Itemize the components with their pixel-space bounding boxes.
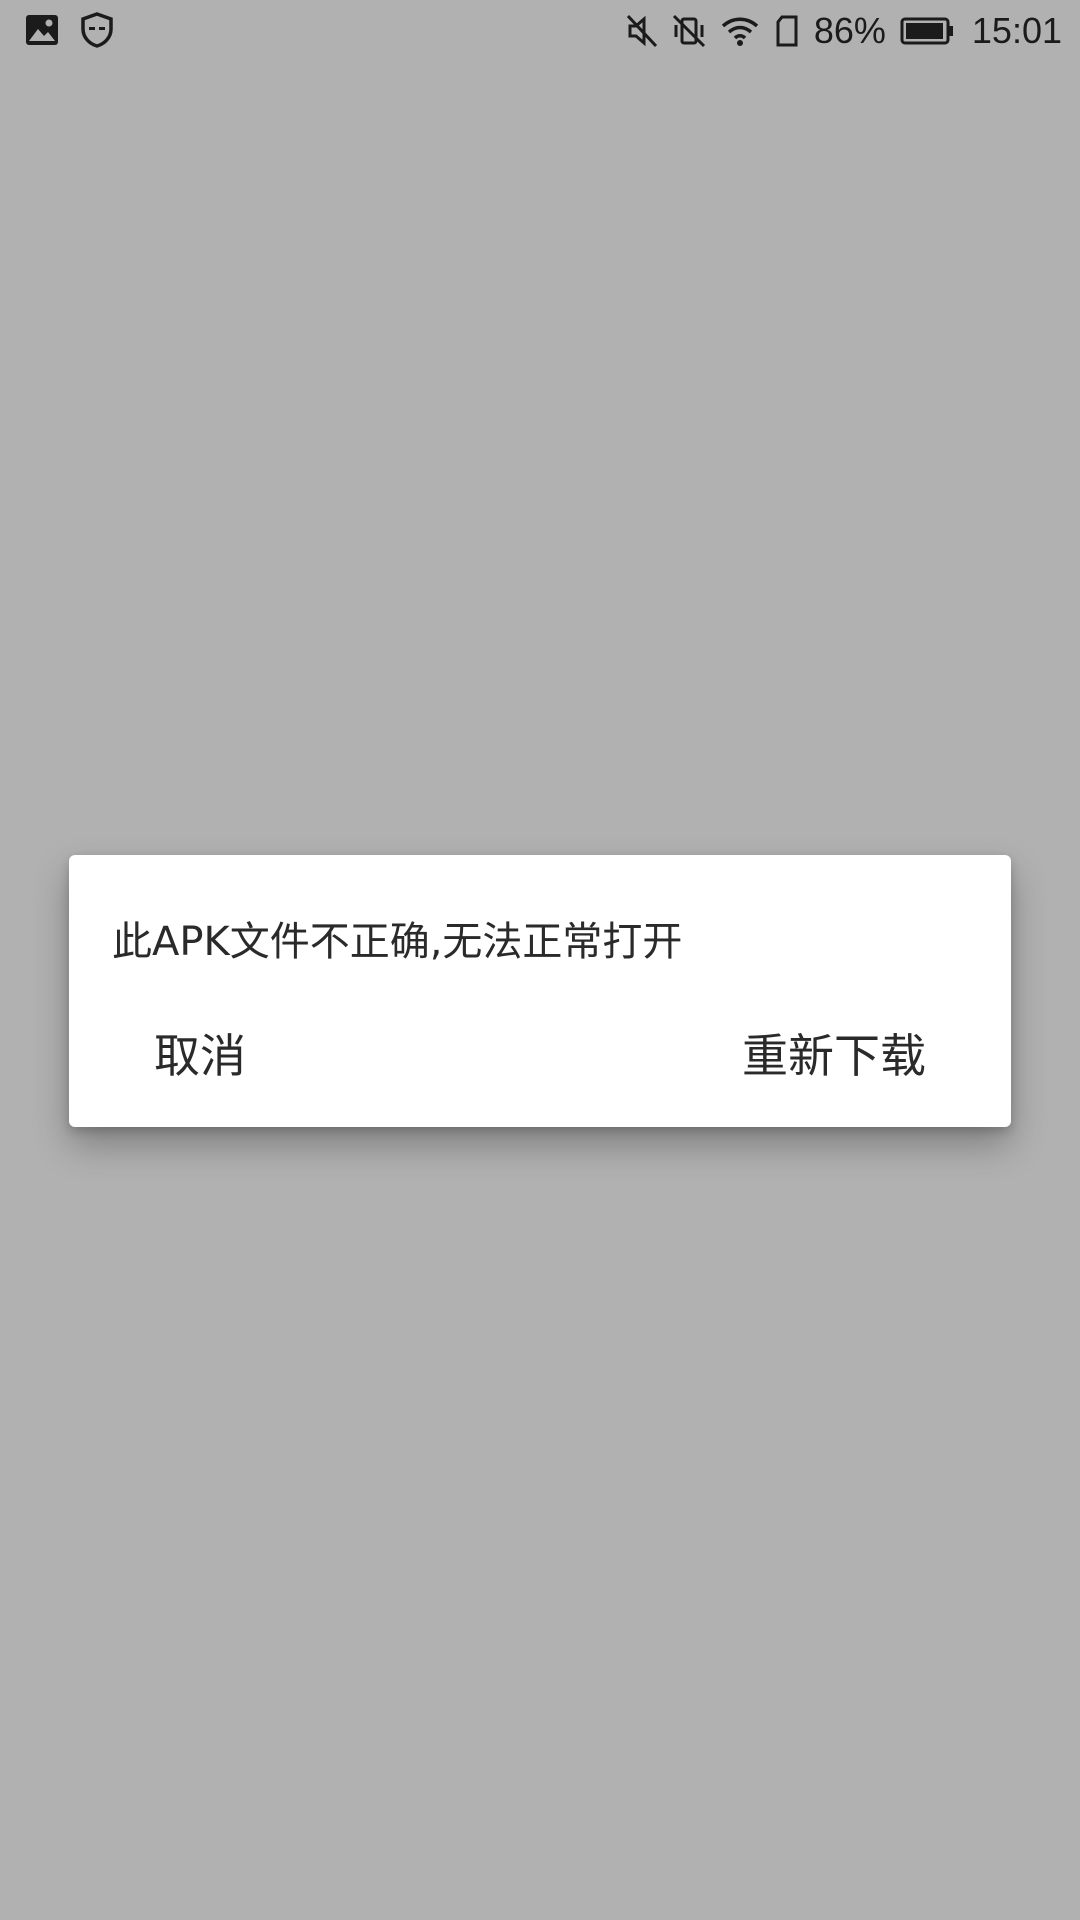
cancel-button[interactable]: 取消 [154,1020,246,1086]
status-bar: 86% 15:01 [0,0,1080,62]
status-bar-left [24,12,114,48]
mute-icon [626,14,658,48]
status-bar-right: 86% 15:01 [626,8,1062,54]
screen: 86% 15:01 此APK文件不正确,无法正常打开 取消 重新下载 [0,0,1080,1920]
dialog-message: 此APK文件不正确,无法正常打开 [112,919,683,965]
battery-percent: 86% [813,10,886,51]
sim-icon [774,14,800,48]
battery-icon [900,16,954,46]
apk-error-dialog: 此APK文件不正确,无法正常打开 取消 重新下载 [69,855,1011,1127]
redownload-button[interactable]: 重新下载 [742,1020,926,1086]
status-time: 15:01 [971,10,1062,51]
image-icon [24,12,60,48]
shield-icon [80,12,114,48]
vibrate-off-icon [672,14,706,48]
wifi-icon [720,15,760,47]
